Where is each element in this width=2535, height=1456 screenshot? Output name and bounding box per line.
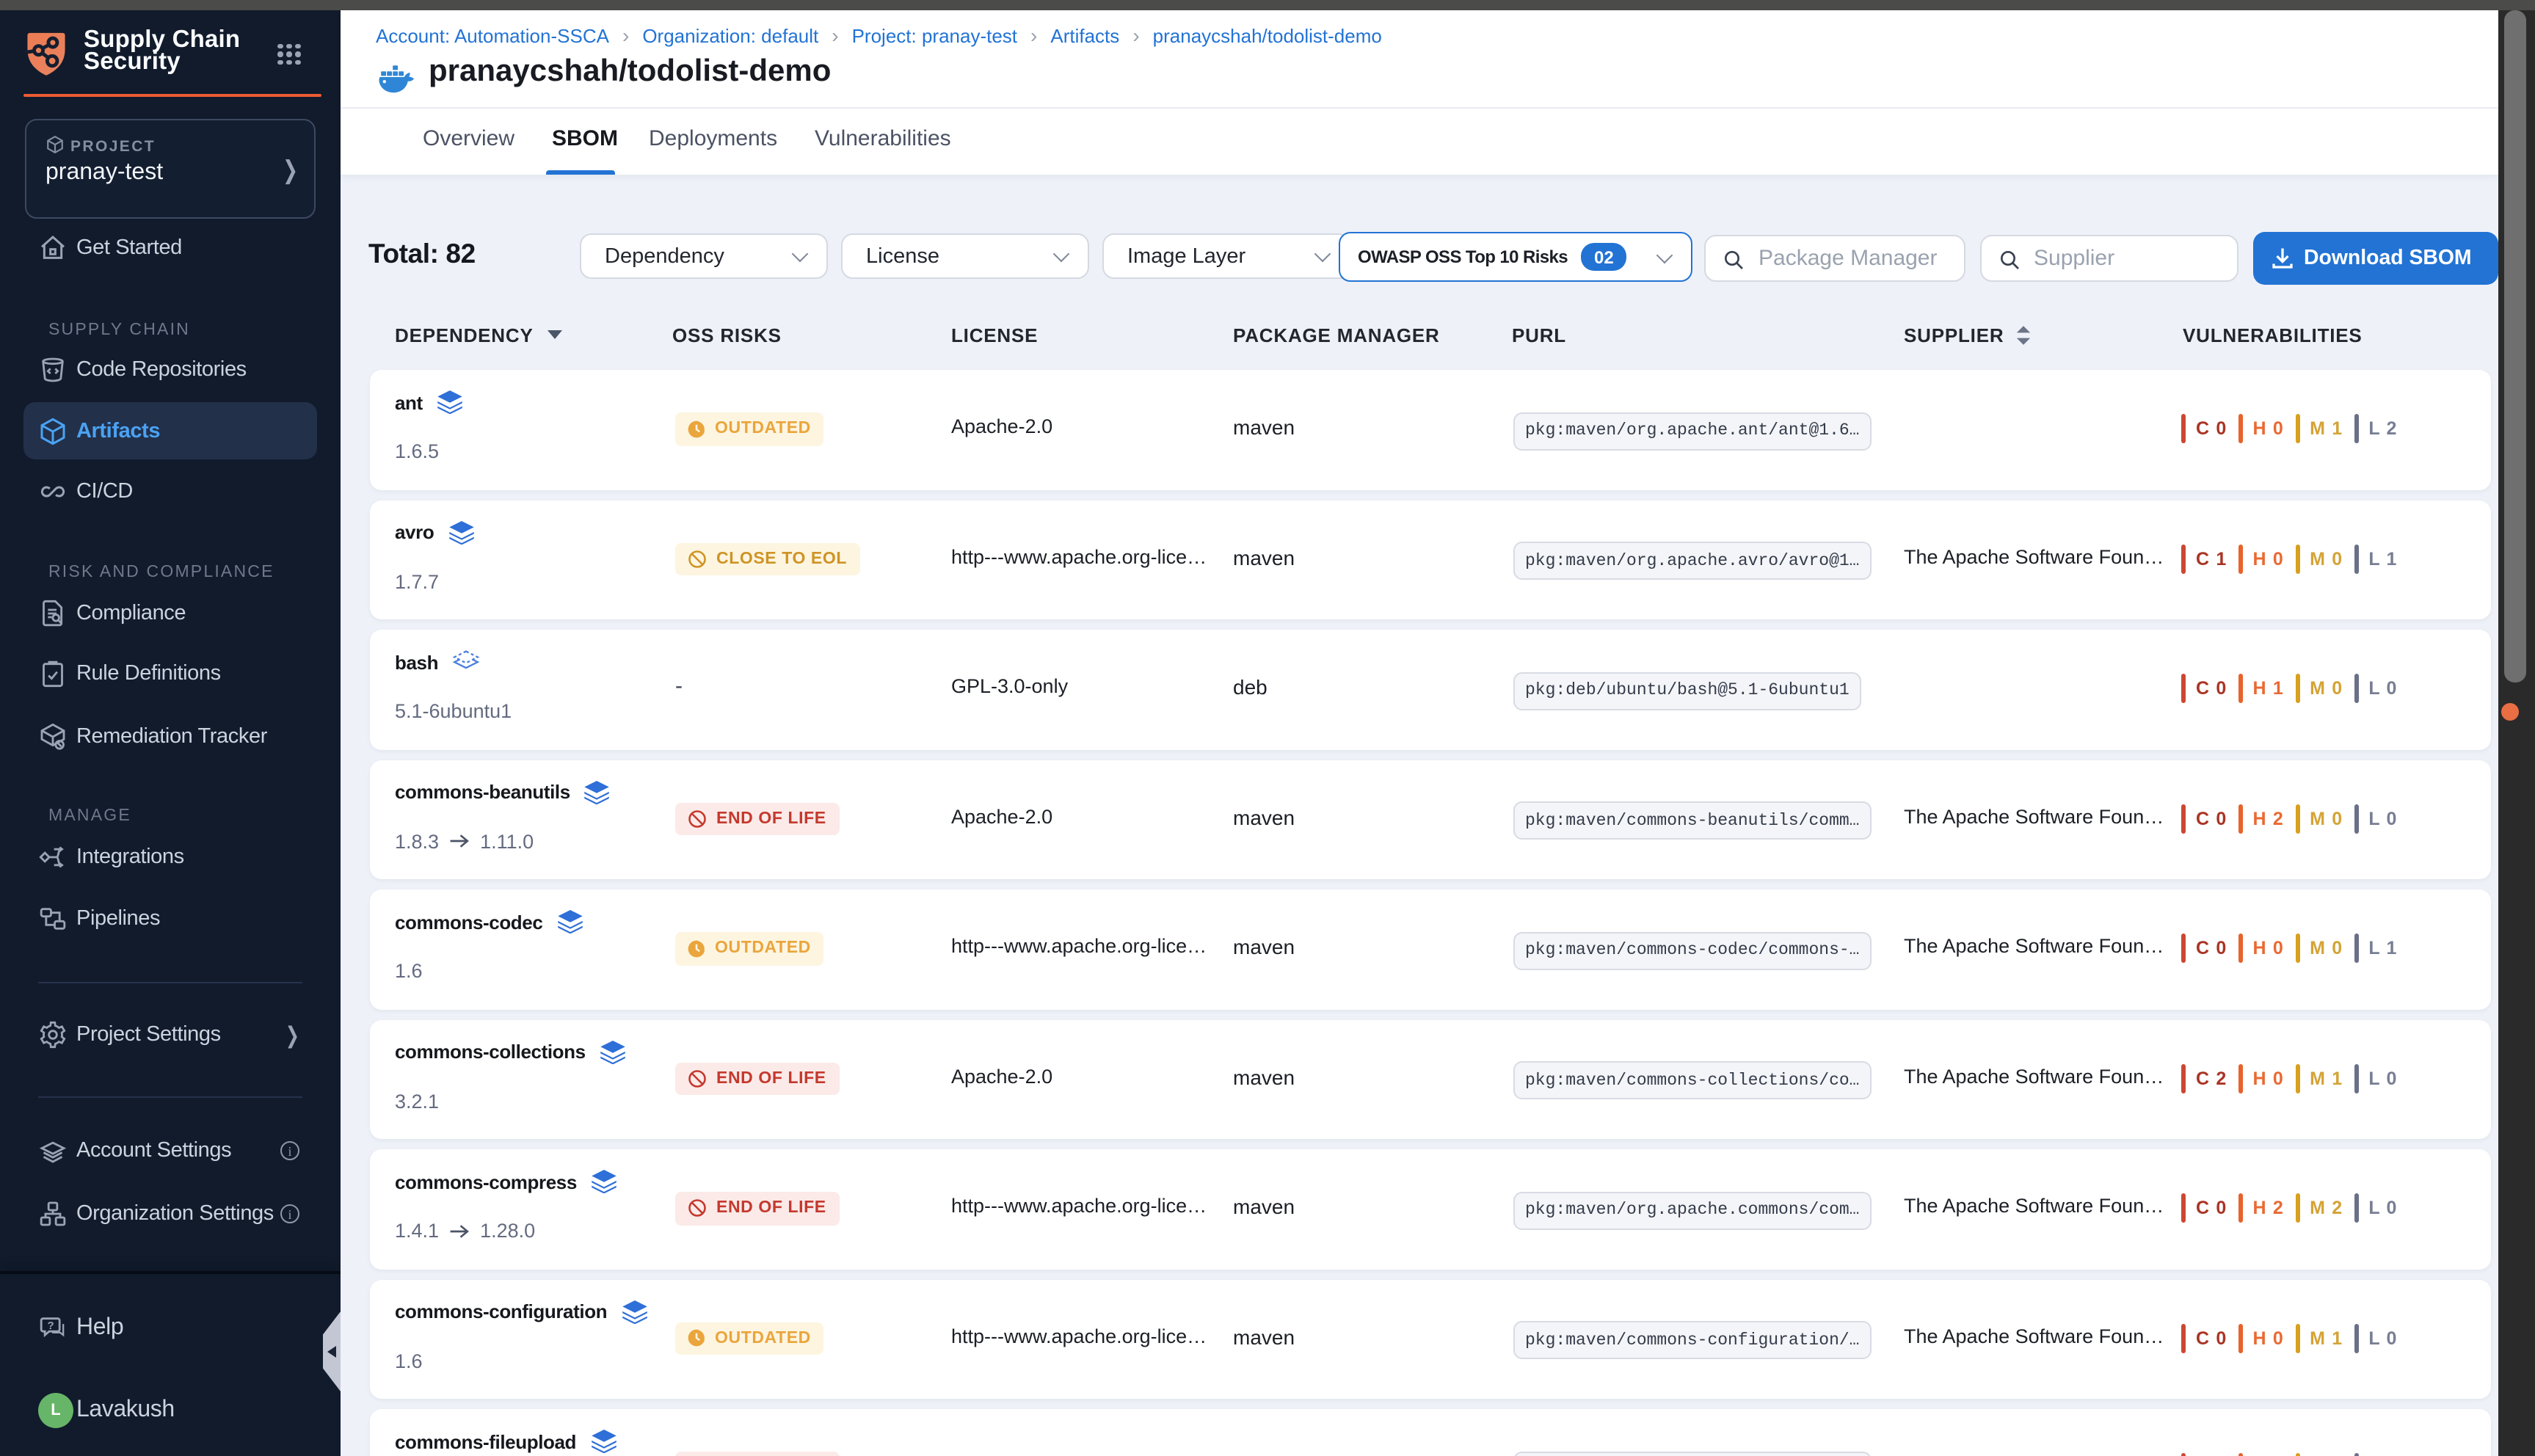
svg-text:?: ? (48, 1320, 54, 1332)
